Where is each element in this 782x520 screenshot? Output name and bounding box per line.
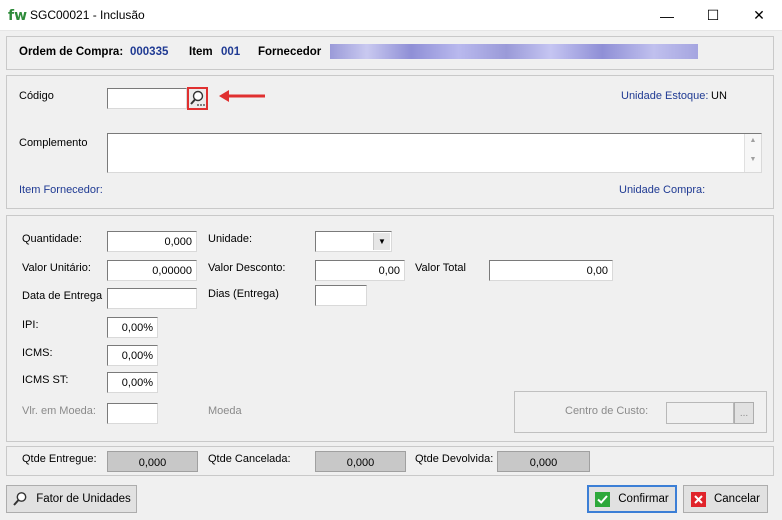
window-title: SGC00021 - Inclusão — [30, 8, 145, 22]
qtde-devolvida-label: Qtde Devolvida: — [415, 453, 494, 465]
scroll-down-icon: ▼ — [749, 156, 757, 163]
valor-total-label: Valor Total — [415, 262, 466, 274]
qtde-devolvida-value: 0,000 — [497, 451, 590, 472]
cancel-icon — [690, 491, 706, 507]
fornecedor-value-redacted — [330, 44, 698, 59]
scroll-up-icon: ▲ — [749, 137, 757, 144]
ordem-compra-value: 000335 — [130, 46, 169, 58]
vlr-moeda-label: Vlr. em Moeda: — [22, 405, 96, 417]
icms-input[interactable]: 0,00% — [107, 345, 158, 366]
dias-entrega-label: Dias (Entrega) — [208, 288, 279, 300]
search-button[interactable] — [187, 87, 208, 110]
codigo-input[interactable] — [107, 88, 187, 109]
complemento-scrollbar[interactable]: ▲ ▼ — [744, 134, 761, 172]
data-entrega-label: Data de Entrega — [22, 290, 103, 302]
centro-custo-label: Centro de Custo: — [565, 405, 649, 417]
item-fornecedor-label: Item Fornecedor: — [19, 184, 103, 196]
qtde-cancelada-value: 0,000 — [315, 451, 406, 472]
fornecedor-label: Fornecedor — [258, 46, 322, 58]
close-button[interactable]: ✕ — [736, 0, 782, 31]
complemento-label: Complemento — [19, 137, 88, 149]
cancelar-label: Cancelar — [713, 493, 761, 505]
ordem-compra-label: Ordem de Compra: — [19, 46, 124, 58]
valor-desconto-label: Valor Desconto: — [208, 262, 286, 274]
valor-desconto-input[interactable]: 0,00 — [315, 260, 405, 281]
item-label: Item — [189, 46, 213, 58]
vlr-moeda-input[interactable] — [107, 403, 158, 424]
icms-st-label: ICMS ST: — [22, 374, 69, 386]
qtde-entregue-value: 0,000 — [107, 451, 198, 472]
chevron-down-icon[interactable]: ▼ — [373, 233, 390, 250]
valor-total-input[interactable]: 0,00 — [489, 260, 613, 281]
centro-custo-lookup-button[interactable]: ... — [734, 402, 754, 424]
confirmar-button[interactable]: Confirmar — [587, 485, 677, 513]
valor-unitario-input[interactable]: 0,00000 — [107, 260, 197, 281]
moeda-label: Moeda — [208, 405, 242, 417]
minimize-button[interactable]: — — [644, 0, 690, 31]
valor-unitario-label: Valor Unitário: — [22, 262, 91, 274]
dias-entrega-input[interactable] — [315, 285, 367, 306]
fator-unidades-button[interactable]: Fator de Unidades — [6, 485, 137, 513]
quantidade-label: Quantidade: — [22, 233, 82, 245]
unidade-compra-label: Unidade Compra: — [619, 184, 706, 196]
fator-unidades-label: Fator de Unidades — [36, 493, 131, 505]
red-arrow-annotation — [219, 90, 265, 102]
unidade-estoque-value: UN — [711, 90, 727, 102]
unidade-estoque-label: Unidade Estoque: — [621, 90, 709, 102]
cancelar-button[interactable]: Cancelar — [683, 485, 768, 513]
quantidade-input[interactable]: 0,000 — [107, 231, 197, 252]
icms-label: ICMS: — [22, 347, 53, 359]
ipi-label: IPI: — [22, 319, 39, 331]
centro-custo-input[interactable] — [666, 402, 734, 424]
maximize-button[interactable]: ☐ — [690, 0, 736, 31]
qtde-cancelada-label: Qtde Cancelada: — [208, 453, 291, 465]
data-entrega-input[interactable] — [107, 288, 197, 309]
icms-st-input[interactable]: 0,00% — [107, 372, 158, 393]
codigo-label: Código — [19, 90, 54, 102]
app-logo: fw — [8, 8, 28, 24]
magnifier-icon — [190, 90, 205, 106]
ipi-input[interactable]: 0,00% — [107, 317, 158, 338]
magnifier-icon — [13, 492, 27, 506]
qtde-entregue-label: Qtde Entregue: — [22, 453, 97, 465]
complemento-textarea[interactable] — [107, 133, 762, 173]
unidade-label: Unidade: — [208, 233, 253, 245]
check-icon — [595, 491, 611, 507]
confirmar-label: Confirmar — [618, 493, 669, 505]
item-value: 001 — [221, 46, 241, 58]
